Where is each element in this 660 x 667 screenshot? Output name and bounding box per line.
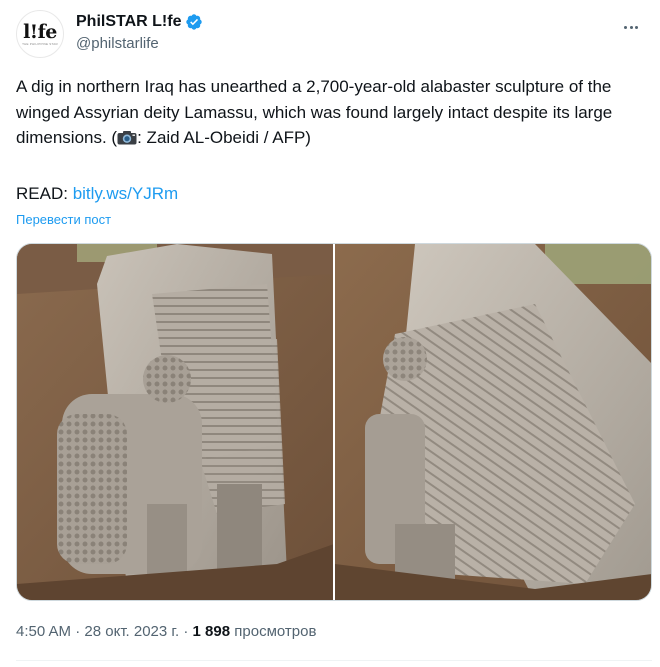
avatar-logo-subtext: THE PHILIPPINE STAR [22,41,58,46]
avatar[interactable]: l!fe THE PHILIPPINE STAR [16,10,64,58]
tweet-time[interactable]: 4:50 AM [16,623,71,640]
read-label: READ: [16,184,73,203]
tweet-meta: 4:50 AM · 28 окт. 2023 г. · 1 898 просмо… [16,622,316,642]
photo-right-image [335,244,651,600]
tweet-text: A dig in northern Iraq has unearthed a 2… [16,74,646,151]
tweet-date[interactable]: 28 окт. 2023 г. [84,623,179,640]
views-label: просмотров [230,623,317,640]
more-icon[interactable] [618,14,644,40]
tweet-text-main: A dig in northern Iraq has unearthed a 2… [16,77,613,147]
media-grid [16,243,652,601]
author-names: PhilSTAR L!fe @philstarlife [76,12,203,54]
views-count: 1 898 [192,623,231,640]
avatar-logo-text: l!fe [23,20,57,43]
tweet-text-credit: : Zaid AL-Obeidi / AFP) [137,128,311,147]
display-name[interactable]: PhilSTAR L!fe [76,12,181,32]
photo-left[interactable] [17,244,333,600]
camera-icon [117,131,137,145]
meta-separator: · [179,623,193,640]
author-handle[interactable]: @philstarlife [76,34,203,54]
read-line: READ: bitly.ws/YJRm [16,182,178,206]
verified-badge-icon[interactable] [185,13,203,31]
translate-link[interactable]: Перевести пост [16,211,111,229]
tweet-header: l!fe THE PHILIPPINE STAR PhilSTAR L!fe @… [16,8,644,58]
divider [16,660,652,661]
meta-separator: · [71,623,85,640]
read-link[interactable]: bitly.ws/YJRm [73,184,178,203]
photo-left-image [17,244,333,600]
photo-right[interactable] [335,244,651,600]
